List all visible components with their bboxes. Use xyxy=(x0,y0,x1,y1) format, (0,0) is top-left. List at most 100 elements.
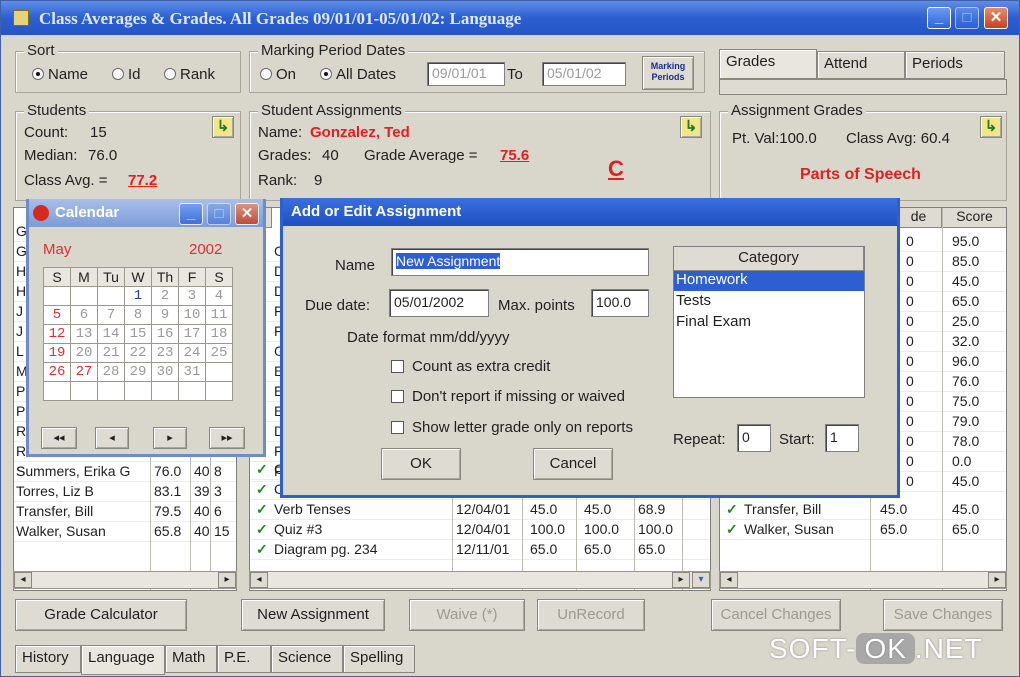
tab-spelling[interactable]: Spelling xyxy=(343,645,415,673)
scroll-down-arrow-icon[interactable]: ▾ xyxy=(692,572,710,588)
assignments-export-icon[interactable]: ↳ xyxy=(680,116,702,138)
calendar-day[interactable]: 16 xyxy=(151,324,179,344)
calendar-day[interactable]: 8 xyxy=(124,305,152,325)
tab-attend[interactable]: Attend xyxy=(817,51,905,79)
table-row[interactable]: ✓ Transfer, Bill 45.0 45.0 xyxy=(720,500,1006,520)
max-points-input[interactable]: 100.0 xyxy=(591,289,649,317)
date-from-input[interactable]: 09/01/01 xyxy=(427,62,505,86)
scroll-left-arrow-icon[interactable]: ◂ xyxy=(250,572,268,588)
scores-hscrollbar[interactable]: ◂ ▸ xyxy=(719,571,1007,589)
table-row[interactable]: Walker, Susan 65.8 40 15 xyxy=(14,522,236,542)
start-input[interactable]: 1 xyxy=(825,424,859,452)
table-row[interactable]: Summers, Erika G 76.0 40 8 xyxy=(14,462,236,482)
calendar-prev-month-button[interactable]: ◂ xyxy=(95,427,129,449)
calendar-day[interactable]: 21 xyxy=(97,343,125,363)
tab-language[interactable]: Language xyxy=(81,645,165,675)
maximize-button[interactable]: □ xyxy=(955,7,979,29)
scroll-left-arrow-icon[interactable]: ◂ xyxy=(14,572,32,588)
table-row[interactable]: Transfer, Bill 79.5 40 6 xyxy=(14,502,236,522)
tab-grades[interactable]: Grades xyxy=(719,49,817,79)
unrecord-button[interactable]: UnRecord xyxy=(537,599,645,631)
calendar-day[interactable]: 5 xyxy=(43,305,71,325)
class-avg-value[interactable]: 77.2 xyxy=(128,172,157,189)
calendar-close-button[interactable]: ✕ xyxy=(235,203,259,225)
repeat-input[interactable]: 0 xyxy=(737,424,771,452)
title-bar[interactable]: Class Averages & Grades. All Grades 09/0… xyxy=(1,1,1019,35)
table-row[interactable]: ✓ Walker, Susan 65.0 65.0 xyxy=(720,520,1006,540)
calendar-day[interactable]: 17 xyxy=(178,324,206,344)
tab-history[interactable]: History xyxy=(15,645,81,673)
calendar-grid[interactable]: S M Tu W Th F S 1 2 3 4 5 6 7 8 9 10 11 12 13 14 15 16 17 18 19 20… xyxy=(43,267,233,401)
calendar-day[interactable]: 24 xyxy=(178,343,206,363)
calendar-day[interactable]: 10 xyxy=(178,305,206,325)
calendar-day[interactable]: 12 xyxy=(43,324,71,344)
calendar-day[interactable]: 20 xyxy=(70,343,98,363)
tab-science[interactable]: Science xyxy=(271,645,343,673)
table-row[interactable]: ✓ Verb Tenses 12/04/01 45.0 45.0 68.9 xyxy=(250,500,710,520)
date-to-input[interactable]: 05/01/02 xyxy=(542,62,626,86)
calendar-day[interactable]: 3 xyxy=(178,286,206,306)
calendar-next-year-button[interactable]: ▸▸ xyxy=(209,427,245,449)
tab-math[interactable]: Math xyxy=(165,645,217,673)
category-item-final-exam[interactable]: Final Exam xyxy=(674,313,864,333)
marking-on-radio[interactable]: On xyxy=(260,66,296,83)
ok-button[interactable]: OK xyxy=(381,448,461,480)
marking-periods-button[interactable]: Marking Periods xyxy=(642,56,694,90)
scroll-right-arrow-icon[interactable]: ▸ xyxy=(988,572,1006,588)
scroll-right-arrow-icon[interactable]: ▸ xyxy=(218,572,236,588)
due-date-input[interactable]: 05/01/2002 xyxy=(389,289,489,317)
minimize-button[interactable]: _ xyxy=(927,7,951,29)
extra-credit-checkbox[interactable]: Count as extra credit xyxy=(391,358,550,375)
students-export-icon[interactable]: ↳ xyxy=(212,116,234,138)
calendar-day[interactable]: 25 xyxy=(205,343,233,363)
grade-average-value[interactable]: 75.6 xyxy=(500,147,529,164)
cancel-button[interactable]: Cancel xyxy=(533,448,613,480)
tab-periods[interactable]: Periods xyxy=(905,51,1005,79)
calendar-next-month-button[interactable]: ▸ xyxy=(153,427,187,449)
calendar-day[interactable]: 2 xyxy=(151,286,179,306)
calendar-day[interactable]: 9 xyxy=(151,305,179,325)
students-hscrollbar[interactable]: ◂ ▸ xyxy=(13,571,237,589)
tab-pe[interactable]: P.E. xyxy=(217,645,271,673)
calendar-day[interactable]: 23 xyxy=(151,343,179,363)
cancel-changes-button[interactable]: Cancel Changes xyxy=(711,599,841,631)
table-row[interactable]: ✓ Quiz #3 12/04/01 100.0 100.0 100.0 xyxy=(250,520,710,540)
calendar-day[interactable]: 22 xyxy=(124,343,152,363)
letter-grade-only-checkbox[interactable]: Show letter grade only on reports xyxy=(391,419,633,436)
calendar-day[interactable]: 14 xyxy=(97,324,125,344)
calendar-day[interactable]: 6 xyxy=(70,305,98,325)
dialog-title[interactable]: Add or Edit Assignment xyxy=(283,198,897,226)
calendar-day[interactable]: 4 xyxy=(205,286,233,306)
calendar-minimize-button[interactable]: _ xyxy=(179,203,203,225)
calendar-day[interactable]: 18 xyxy=(205,324,233,344)
waive-button[interactable]: Waive (*) xyxy=(409,599,525,631)
table-row[interactable]: ✓ Diagram pg. 234 12/11/01 65.0 65.0 65.0 xyxy=(250,540,710,560)
grade-calculator-button[interactable]: Grade Calculator xyxy=(15,599,187,631)
calendar-title-bar[interactable]: Calendar _ □ ✕ xyxy=(29,199,263,227)
calendar-day[interactable]: 15 xyxy=(124,324,152,344)
sort-rank-radio[interactable]: Rank xyxy=(164,66,215,83)
calendar-day[interactable]: 27 xyxy=(70,362,98,382)
assignment-grades-export-icon[interactable]: ↳ xyxy=(980,116,1002,138)
sort-id-radio[interactable]: Id xyxy=(112,66,141,83)
calendar-prev-year-button[interactable]: ◂◂ xyxy=(41,427,77,449)
scroll-left-arrow-icon[interactable]: ◂ xyxy=(720,572,738,588)
category-list[interactable]: Category Homework Tests Final Exam xyxy=(673,246,865,398)
category-item-tests[interactable]: Tests xyxy=(674,292,864,312)
dont-report-checkbox[interactable]: Don't report if missing or waived xyxy=(391,388,625,405)
calendar-day[interactable]: 29 xyxy=(124,362,152,382)
sort-name-radio[interactable]: Name xyxy=(32,66,88,83)
assignments-hscrollbar[interactable]: ◂ ▸ ▾ xyxy=(249,571,711,589)
scroll-right-arrow-icon[interactable]: ▸ xyxy=(672,572,690,588)
calendar-day[interactable]: 13 xyxy=(70,324,98,344)
save-changes-button[interactable]: Save Changes xyxy=(883,599,1003,631)
calendar-day[interactable]: 26 xyxy=(43,362,71,382)
calendar-day[interactable]: 31 xyxy=(178,362,206,382)
calendar-maximize-button[interactable]: □ xyxy=(207,203,231,225)
calendar-day[interactable]: 30 xyxy=(151,362,179,382)
close-button[interactable]: ✕ xyxy=(984,7,1008,29)
table-row[interactable]: Torres, Liz B 83.1 39 3 xyxy=(14,482,236,502)
category-item-homework[interactable]: Homework xyxy=(674,271,864,291)
calendar-day[interactable]: 1 xyxy=(124,286,152,306)
calendar-day[interactable]: 19 xyxy=(43,343,71,363)
